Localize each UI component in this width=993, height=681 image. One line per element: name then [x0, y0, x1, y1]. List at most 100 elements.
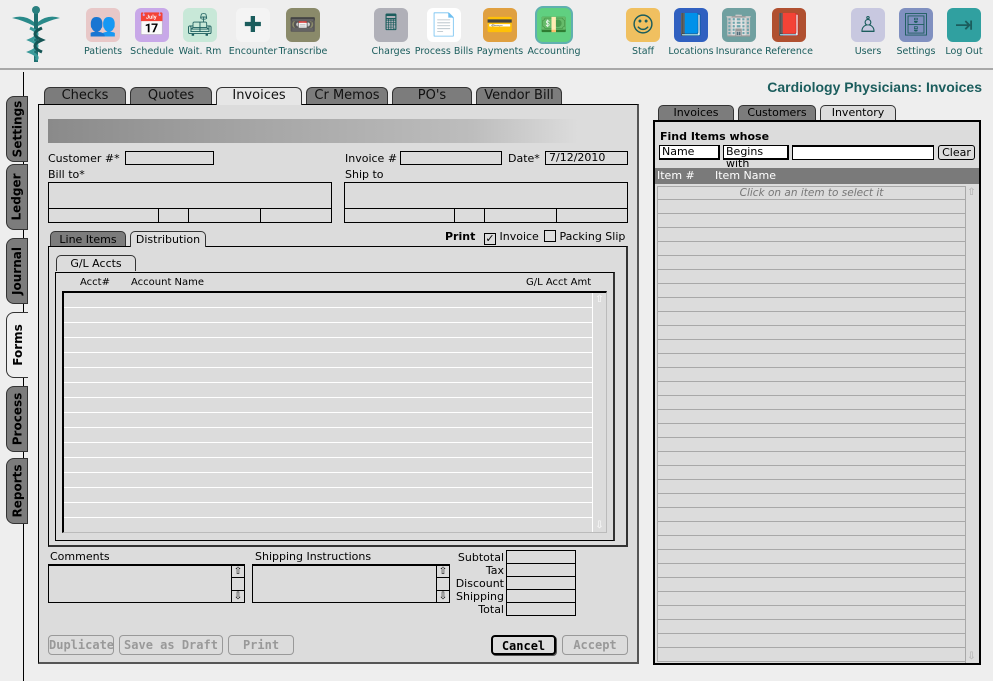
print-invoice-option[interactable]: ✓ Invoice	[484, 230, 539, 245]
list-item[interactable]	[657, 354, 965, 368]
side-tab-reports[interactable]: Reports	[6, 458, 28, 524]
list-item[interactable]	[657, 340, 965, 354]
items-scrollbar[interactable]: ⇧ ⇩	[965, 186, 977, 663]
list-item[interactable]	[657, 508, 965, 522]
clear-button[interactable]: Clear	[938, 145, 975, 160]
list-item[interactable]	[657, 424, 965, 438]
toolbar-charges[interactable]: 🖩 Charges	[361, 8, 421, 57]
accept-button[interactable]: Accept	[562, 635, 628, 655]
tab-pos[interactable]: PO's	[392, 87, 472, 104]
list-item[interactable]: Click on an item to select it	[657, 186, 965, 200]
list-item[interactable]	[657, 284, 965, 298]
scroll-up-icon[interactable]: ⇧	[232, 566, 244, 578]
list-item[interactable]	[657, 634, 965, 648]
discount-field[interactable]	[506, 577, 576, 590]
list-item[interactable]	[657, 396, 965, 410]
list-item[interactable]	[657, 368, 965, 382]
list-item[interactable]	[657, 452, 965, 466]
scroll-down-icon[interactable]: ⇩	[966, 650, 977, 663]
side-tab-ledger[interactable]: Ledger	[6, 164, 28, 230]
table-row[interactable]	[64, 518, 592, 532]
scroll-down-icon[interactable]: ⇩	[593, 519, 606, 532]
tab-quotes[interactable]: Quotes	[130, 87, 212, 104]
table-row[interactable]	[64, 473, 592, 488]
table-row[interactable]	[64, 503, 592, 518]
list-item[interactable]	[657, 578, 965, 592]
toolbar-process-bills[interactable]: 📄 Process Bills	[414, 8, 474, 57]
toolbar-payments[interactable]: 💳 Payments	[470, 8, 530, 57]
table-row[interactable]	[64, 428, 592, 443]
tax-field[interactable]	[506, 564, 576, 577]
list-item[interactable]	[657, 620, 965, 634]
list-item[interactable]	[657, 522, 965, 536]
invoice-checkbox[interactable]: ✓	[484, 233, 496, 245]
table-row[interactable]	[64, 383, 592, 398]
list-item[interactable]	[657, 536, 965, 550]
list-item[interactable]	[657, 494, 965, 508]
operator-select[interactable]: Begins with	[723, 145, 789, 170]
table-row[interactable]	[64, 338, 592, 353]
list-item[interactable]	[657, 312, 965, 326]
list-item[interactable]	[657, 550, 965, 564]
total-field[interactable]	[506, 603, 576, 616]
invoice-number-field[interactable]	[400, 151, 502, 165]
list-item[interactable]	[657, 648, 965, 662]
tab-cr-memos[interactable]: Cr Memos	[306, 87, 388, 104]
save-as-draft-button[interactable]: Save as Draft	[119, 635, 223, 655]
list-item[interactable]	[657, 466, 965, 480]
list-item[interactable]	[657, 214, 965, 228]
list-item[interactable]	[657, 228, 965, 242]
side-tab-forms[interactable]: Forms	[6, 312, 28, 378]
list-item[interactable]	[657, 242, 965, 256]
comments-textarea[interactable]: ⇧ ⇩	[48, 564, 245, 603]
list-item[interactable]	[657, 592, 965, 606]
table-row[interactable]	[64, 293, 592, 308]
cancel-button[interactable]: Cancel	[491, 635, 556, 655]
tab-gl-accts[interactable]: G/L Accts	[56, 255, 136, 271]
date-field[interactable]: 7/12/2010	[545, 151, 628, 165]
right-tab-inventory[interactable]: Inventory	[820, 105, 896, 120]
toolbar-accounting[interactable]: 💵 Accounting	[524, 8, 584, 57]
table-row[interactable]	[64, 308, 592, 323]
list-item[interactable]	[657, 382, 965, 396]
search-input[interactable]	[792, 145, 934, 160]
packing-slip-checkbox[interactable]	[544, 230, 556, 242]
tab-checks[interactable]: Checks	[44, 87, 126, 104]
table-row[interactable]	[64, 488, 592, 503]
table-row[interactable]	[64, 323, 592, 338]
shipping-instructions-textarea[interactable]: ⇧ ⇩	[252, 564, 450, 603]
print-packing-slip-option[interactable]: Packing Slip	[544, 230, 625, 243]
table-row[interactable]	[64, 443, 592, 458]
list-item[interactable]	[657, 270, 965, 284]
list-item[interactable]	[657, 480, 965, 494]
table-row[interactable]	[64, 368, 592, 383]
print-button[interactable]: Print	[228, 635, 294, 655]
gl-accounts-table[interactable]: ⇧ ⇩	[62, 291, 607, 533]
bill-to-address[interactable]	[48, 182, 332, 223]
list-item[interactable]	[657, 438, 965, 452]
tab-distribution[interactable]: Distribution	[130, 231, 206, 247]
field-select[interactable]: Name	[659, 145, 720, 160]
list-item[interactable]	[657, 410, 965, 424]
list-item[interactable]	[657, 564, 965, 578]
side-tab-process[interactable]: Process	[6, 386, 28, 452]
list-item[interactable]	[657, 256, 965, 270]
table-row[interactable]	[64, 353, 592, 368]
customer-number-field[interactable]	[125, 151, 214, 165]
right-tab-invoices[interactable]: Invoices	[658, 105, 734, 120]
tab-vendor-bill[interactable]: Vendor Bill	[476, 87, 562, 104]
toolbar-reference[interactable]: 📕 Reference	[759, 8, 819, 57]
list-item[interactable]	[657, 326, 965, 340]
table-row[interactable]	[64, 458, 592, 473]
toolbar-log-out[interactable]: ⇥ Log Out	[934, 8, 993, 57]
toolbar-wait-rm[interactable]: 🛋 Wait. Rm	[170, 8, 230, 57]
subtotal-field[interactable]	[506, 550, 576, 564]
table-row[interactable]	[64, 413, 592, 428]
duplicate-button[interactable]: Duplicate	[48, 635, 114, 655]
list-item[interactable]	[657, 298, 965, 312]
table-row[interactable]	[64, 398, 592, 413]
ship-to-address[interactable]	[344, 182, 628, 223]
right-tab-customers[interactable]: Customers	[738, 105, 816, 120]
tab-line-items[interactable]: Line Items	[50, 231, 126, 247]
items-list[interactable]: Click on an item to select it ⇧ ⇩	[657, 186, 977, 663]
